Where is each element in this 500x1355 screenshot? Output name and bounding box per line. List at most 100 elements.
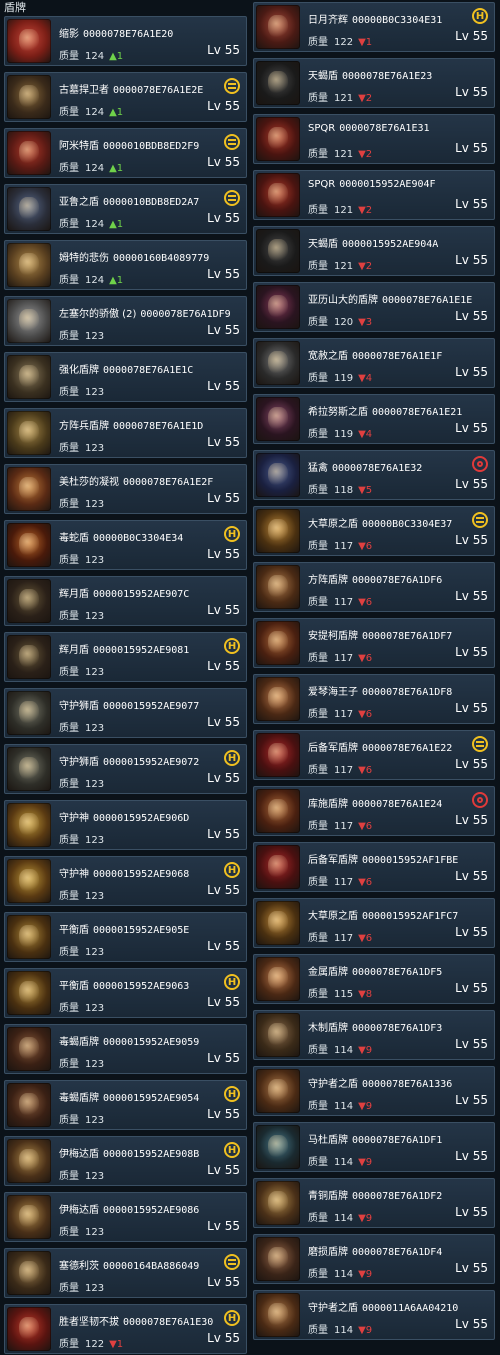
item-card[interactable]: 亚历山大的盾牌 0000078E76A1E1E 质量 120 ▼3 Lv 55 <box>253 282 495 332</box>
item-name-line: 守护者之盾 0000078E76A1336 <box>308 1075 452 1090</box>
item-level: Lv 55 <box>455 85 488 99</box>
item-card[interactable]: 亚鲁之盾 0000010BDB8ED2A7 质量 124 ▲1 Lv 55 <box>4 184 247 234</box>
item-card[interactable]: 守护狮盾 0000015952AE9072 质量 123 Lv 55 H <box>4 744 247 794</box>
item-code: 0000015952AE904A <box>342 239 439 250</box>
item-name-line: 天蝎盾 0000078E76A1E23 <box>308 67 432 82</box>
item-card[interactable]: SPQR 0000015952AE904F 质量 121 ▼2 Lv 55 <box>253 170 495 220</box>
item-card[interactable]: 日月齐辉 00000B0C3304E31 质量 122 ▼1 Lv 55 H <box>253 2 495 52</box>
item-level: Lv 55 <box>455 1093 488 1107</box>
shield-icon <box>256 621 300 665</box>
quality-row: 质量 123 <box>59 1223 104 1238</box>
item-card[interactable]: 胜者坚韧不拔 0000078E76A1E30 质量 122 ▼1 Lv 55 H <box>4 1304 247 1354</box>
quality-value: 123 <box>85 1059 105 1070</box>
quality-label: 质量 <box>59 499 79 510</box>
item-name: 库施盾牌 <box>308 799 348 810</box>
crown-badge-icon <box>472 512 488 528</box>
item-card[interactable]: 大草原之盾 00000B0C3304E37 质量 117 ▼6 Lv 55 <box>253 506 495 556</box>
item-card[interactable]: 木制盾牌 0000078E76A1DF3 质量 114 ▼9 Lv 55 <box>253 1010 495 1060</box>
item-card[interactable]: 塞德利茨 00000164BA886049 质量 123 Lv 55 <box>4 1248 247 1298</box>
quality-value: 123 <box>85 1283 105 1294</box>
quality-row: 质量 124 ▲1 <box>59 159 123 174</box>
item-name: 古墓捍卫者 <box>59 85 109 96</box>
item-card[interactable]: 毒蝎盾牌 0000015952AE9054 质量 123 Lv 55 H <box>4 1080 247 1130</box>
item-card[interactable]: 猛禽 0000078E76A1E32 质量 118 ▼5 Lv 55 <box>253 450 495 500</box>
item-name-line: 磨损盾牌 0000078E76A1DF4 <box>308 1243 442 1258</box>
item-card[interactable]: 古墓捍卫者 0000078E76A1E2E 质量 124 ▲1 Lv 55 <box>4 72 247 122</box>
item-card[interactable]: 平衡盾 0000015952AE9063 质量 123 Lv 55 H <box>4 968 247 1018</box>
quality-row: 质量 122 ▼1 <box>308 33 372 48</box>
quality-row: 质量 117 ▼6 <box>308 929 372 944</box>
item-card[interactable]: 强化盾牌 0000078E76A1E1C 质量 123 Lv 55 <box>4 352 247 402</box>
item-card[interactable]: 方阵兵盾牌 0000078E76A1E1D 质量 123 Lv 55 <box>4 408 247 458</box>
item-card[interactable]: 左塞尔的骄傲 (2) 0000078E76A1DF9 质量 123 Lv 55 <box>4 296 247 346</box>
item-name: 守护神 <box>59 869 89 880</box>
item-card[interactable]: SPQR 0000078E76A1E31 质量 121 ▼2 Lv 55 <box>253 114 495 164</box>
item-card[interactable]: 阿米特盾 0000010BDB8ED2F9 质量 124 ▲1 Lv 55 <box>4 128 247 178</box>
item-card[interactable]: 库施盾牌 0000078E76A1E24 质量 117 ▼6 Lv 55 <box>253 786 495 836</box>
item-name: 方阵盾牌 <box>308 575 348 586</box>
quality-label: 质量 <box>59 1115 79 1126</box>
item-level: Lv 55 <box>455 1261 488 1275</box>
quality-value: 121 <box>334 261 354 272</box>
item-card[interactable]: 金属盾牌 0000078E76A1DF5 质量 115 ▼8 Lv 55 <box>253 954 495 1004</box>
item-level: Lv 55 <box>455 1149 488 1163</box>
item-level: Lv 55 <box>207 1275 240 1289</box>
item-name-line: 毒蝎盾牌 0000015952AE9054 <box>59 1089 199 1104</box>
quality-row: 质量 124 ▲1 <box>59 271 123 286</box>
trend-down-indicator: ▼6 <box>358 541 373 552</box>
item-card[interactable]: 磨损盾牌 0000078E76A1DF4 质量 114 ▼9 Lv 55 <box>253 1234 495 1284</box>
item-card[interactable]: 守护者之盾 0000078E76A1336 质量 114 ▼9 Lv 55 <box>253 1066 495 1116</box>
item-code: 0000015952AE907C <box>93 589 190 600</box>
item-card[interactable]: 毒蛇盾 00000B0C3304E34 质量 123 Lv 55 H <box>4 520 247 570</box>
item-name-line: 左塞尔的骄傲 (2) 0000078E76A1DF9 <box>59 305 231 320</box>
quality-row: 质量 119 ▼4 <box>308 369 372 384</box>
item-level: Lv 55 <box>455 589 488 603</box>
item-card[interactable]: 守护神 0000015952AE906D 质量 123 Lv 55 <box>4 800 247 850</box>
item-card[interactable]: 守护狮盾 0000015952AE9077 质量 123 Lv 55 <box>4 688 247 738</box>
item-card[interactable]: 方阵盾牌 0000078E76A1DF6 质量 117 ▼6 Lv 55 <box>253 562 495 612</box>
quality-value: 119 <box>334 429 354 440</box>
quality-value: 123 <box>85 667 105 678</box>
item-card[interactable]: 大草原之盾 0000015952AF1FC7 质量 117 ▼6 Lv 55 <box>253 898 495 948</box>
item-card[interactable]: 美杜莎的凝视 0000078E76A1E2F 质量 123 Lv 55 <box>4 464 247 514</box>
item-card[interactable]: 姆特的悲伤 00000160B4089779 质量 124 ▲1 Lv 55 <box>4 240 247 290</box>
item-code: 0000078E76A1E1E <box>382 295 473 306</box>
shield-icon <box>7 131 51 175</box>
item-name-line: 大草原之盾 00000B0C3304E37 <box>308 515 452 530</box>
quality-row: 质量 123 <box>59 495 104 510</box>
item-card[interactable]: 伊梅达盾 0000015952AE9086 质量 123 Lv 55 <box>4 1192 247 1242</box>
item-card[interactable]: 守护神 0000015952AE9068 质量 123 Lv 55 H <box>4 856 247 906</box>
item-card[interactable]: 宽赦之盾 0000078E76A1E1F 质量 119 ▼4 Lv 55 <box>253 338 495 388</box>
item-card[interactable]: 毒蝎盾牌 0000015952AE9059 质量 123 Lv 55 <box>4 1024 247 1074</box>
item-card[interactable]: 缩影 0000078E76A1E20 质量 124 ▲1 Lv 55 <box>4 16 247 66</box>
item-card[interactable]: 伊梅达盾 0000015952AE908B 质量 123 Lv 55 H <box>4 1136 247 1186</box>
item-card[interactable]: 天蝎盾 0000078E76A1E23 质量 121 ▼2 Lv 55 <box>253 58 495 108</box>
item-card[interactable]: 守护者之盾 0000011A6AA04210 质量 114 ▼9 Lv 55 <box>253 1290 495 1340</box>
item-card[interactable]: 马杜盾牌 0000078E76A1DF1 质量 114 ▼9 Lv 55 <box>253 1122 495 1172</box>
item-name-line: 大草原之盾 0000015952AF1FC7 <box>308 907 458 922</box>
quality-row: 质量 123 <box>59 999 104 1014</box>
shield-icon <box>7 523 51 567</box>
item-card[interactable]: 辉月盾 0000015952AE9081 质量 123 Lv 55 H <box>4 632 247 682</box>
item-code: 0000015952AE9059 <box>103 1037 200 1048</box>
quality-label: 质量 <box>308 1157 328 1168</box>
item-card[interactable]: 平衡盾 0000015952AE905E 质量 123 Lv 55 <box>4 912 247 962</box>
trend-down-indicator: ▼2 <box>358 93 373 104</box>
quality-label: 质量 <box>308 1101 328 1112</box>
item-card[interactable]: 后备军盾牌 0000078E76A1E22 质量 117 ▼6 Lv 55 <box>253 730 495 780</box>
item-card[interactable]: 希拉努斯之盾 0000078E76A1E21 质量 119 ▼4 Lv 55 <box>253 394 495 444</box>
item-code: 0000078E76A1DF9 <box>140 309 231 320</box>
item-level: Lv 55 <box>455 869 488 883</box>
trend-down-indicator: ▼6 <box>358 709 373 720</box>
item-card[interactable]: 青铜盾牌 0000078E76A1DF2 质量 114 ▼9 Lv 55 <box>253 1178 495 1228</box>
item-card[interactable]: 后备军盾牌 0000015952AF1FBE 质量 117 ▼6 Lv 55 <box>253 842 495 892</box>
item-card[interactable]: 安提柯盾牌 0000078E76A1DF7 质量 117 ▼6 Lv 55 <box>253 618 495 668</box>
item-name-line: 平衡盾 0000015952AE905E <box>59 921 189 936</box>
item-card[interactable]: 辉月盾 0000015952AE907C 质量 123 Lv 55 <box>4 576 247 626</box>
shield-icon <box>7 635 51 679</box>
item-card[interactable]: 爱琴海王子 0000078E76A1DF8 质量 117 ▼6 Lv 55 <box>253 674 495 724</box>
crown-badge-icon <box>224 1254 240 1270</box>
item-card[interactable]: 天蝎盾 0000015952AE904A 质量 121 ▼2 Lv 55 <box>253 226 495 276</box>
shield-icon <box>7 1027 51 1071</box>
item-name-line: SPQR 0000015952AE904F <box>308 179 436 190</box>
